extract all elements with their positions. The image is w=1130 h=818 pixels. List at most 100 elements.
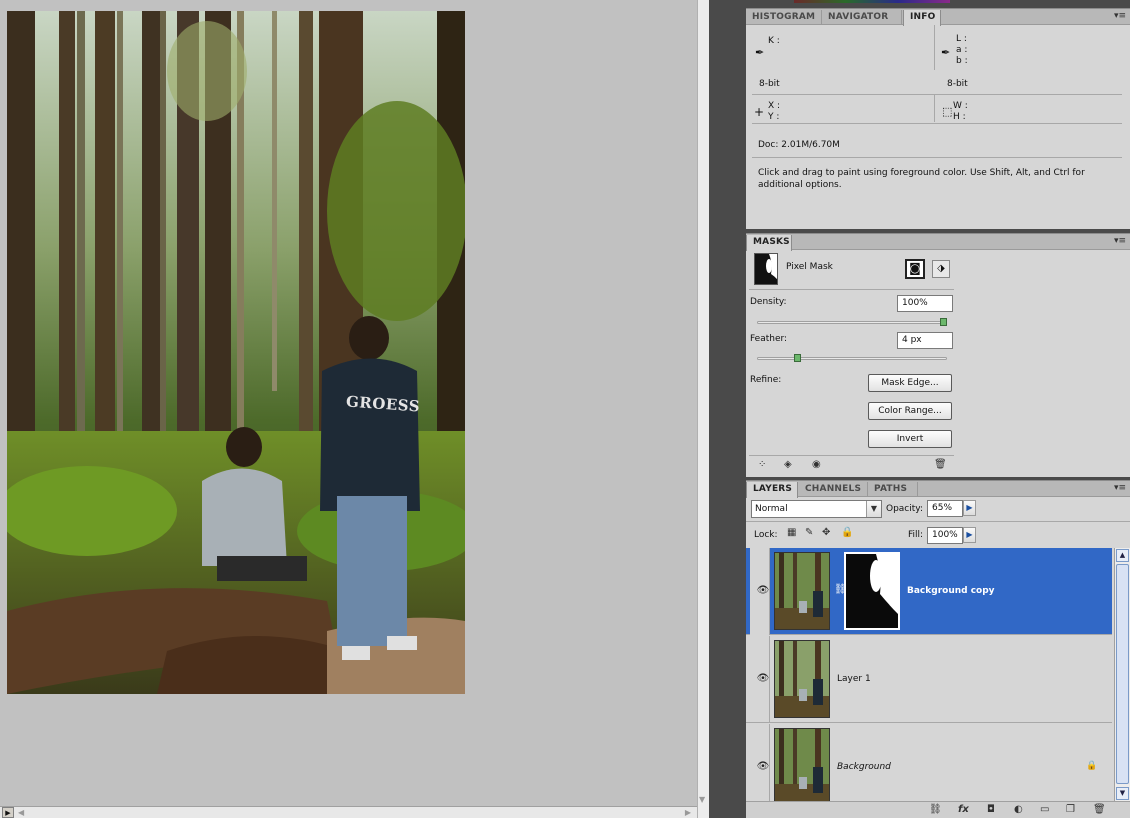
lock-image-brush-icon[interactable]: ✎ [805,527,813,538]
bit-depth-right: 8-bit [947,79,968,89]
canvas-vertical-scrollbar[interactable]: ▼ [697,0,709,818]
chevron-down-icon: ▼ [866,501,881,517]
layer-name[interactable]: Layer 1 [837,674,871,684]
density-label: Density: [750,297,787,307]
vector-mask-icon: ⬗ [937,263,945,274]
opacity-field[interactable]: 65% [927,500,963,517]
forest-image-illustration [7,11,465,694]
lock-all-icon[interactable]: 🔒 [841,527,853,538]
opacity-popup-arrow[interactable]: ▶ [963,500,976,516]
feather-label: Feather: [750,334,788,344]
fill-label: Fill: [908,530,924,540]
masks-panel-menu-icon[interactable]: ▾≡ [1114,236,1126,246]
horizontal-scrollbar[interactable]: ▶ ◀ ▶ [0,806,697,818]
masks-panel-body: Pixel Mask ◙ ⬗ Density: 100% Feather: 4 … [746,250,1130,478]
scroll-right-icon[interactable]: ▶ [685,808,691,817]
panel-top-bar [746,0,1130,8]
crosshair-icon: + [754,105,765,119]
layer-row-background-copy[interactable]: 👁 ⛓ Background copy [746,548,1112,635]
apply-mask-icon[interactable]: ◈ [784,459,792,470]
panel-menu-icon[interactable]: ▾≡ [1114,11,1126,21]
lock-transparent-icon[interactable]: ▦ [787,527,796,538]
invert-button[interactable]: Invert [868,430,952,448]
density-slider-thumb[interactable] [940,318,947,326]
scroll-up-icon[interactable]: ▲ [1116,549,1129,562]
layer-name[interactable]: Background copy [907,586,995,596]
scroll-down-icon[interactable]: ▼ [1116,787,1129,800]
pixel-mask-button[interactable]: ◙ [905,259,925,279]
play-icon[interactable]: ▶ [2,807,14,818]
layers-vertical-scrollbar[interactable]: ▲ ▼ [1114,548,1130,801]
layer-name[interactable]: Background [837,762,891,772]
delete-mask-icon[interactable]: 🗑 [934,459,947,470]
panel-divider [709,0,746,818]
layer-thumbnail[interactable] [774,552,830,630]
height-label: H : [953,112,966,122]
adjustment-layer-icon[interactable]: ◐ [1014,804,1023,815]
mask-thumbnail[interactable] [754,253,778,285]
document-canvas-area[interactable]: GROESS ▶ ◀ ▶ [0,0,697,818]
layer-row-layer-1[interactable]: 👁 Layer 1 [746,636,1112,723]
eyedropper-icon: ✒ [755,46,765,59]
doc-size: Doc: 2.01M/6.70M [758,140,840,150]
tab-paths[interactable]: PATHS [868,482,918,497]
feather-slider-track[interactable] [757,357,947,360]
new-layer-icon[interactable]: ❐ [1066,804,1075,815]
blend-mode-select[interactable]: Normal ▼ [751,500,882,518]
x-coord-label: X : [768,101,781,111]
delete-layer-trash-icon[interactable]: 🗑 [1093,804,1106,815]
density-field[interactable]: 100% [897,295,953,312]
scrollbar-thumb[interactable] [1116,564,1129,784]
scroll-left-icon[interactable]: ◀ [18,808,24,817]
fill-popup-arrow[interactable]: ▶ [963,527,976,543]
tab-info[interactable]: INFO [903,10,941,26]
layer-thumbnail-image [775,553,829,629]
layers-panel-tabbar: LAYERS CHANNELS PATHS ▾≡ [746,480,1130,498]
layers-panel-menu-icon[interactable]: ▾≡ [1114,483,1126,493]
fill-field[interactable]: 100% [927,527,963,544]
feather-field[interactable]: 4 px [897,332,953,349]
eye-icon: 👁 [756,761,770,772]
layer-visibility-toggle[interactable]: 👁 [750,636,770,723]
load-selection-icon[interactable]: ⁘ [758,459,766,470]
eyedropper-icon-2: ✒ [941,46,951,59]
mask-visibility-eye-icon[interactable]: ◉ [812,459,821,470]
masks-panel-tabbar: MASKS ▾≡ [746,233,1130,251]
add-mask-icon[interactable]: ◘ [987,804,995,815]
layer-visibility-toggle[interactable]: 👁 [750,548,770,635]
lab-b-label: b : [956,56,968,66]
link-layers-icon[interactable]: ⛓ [929,804,942,815]
layer-thumbnail[interactable] [774,640,830,718]
layer-visibility-toggle[interactable]: 👁 [750,724,770,801]
tab-layers[interactable]: LAYERS [746,482,798,498]
forest-photo[interactable]: GROESS [7,11,465,694]
tab-histogram[interactable]: HISTOGRAM [746,10,822,25]
mask-edge-button[interactable]: Mask Edge... [868,374,952,392]
lock-label: Lock: [754,530,778,540]
panel-dock: HISTOGRAM NAVIGATOR INFO ▾≡ ✒ K : 8-bit … [746,0,1130,818]
layer-thumbnail[interactable] [774,728,830,801]
layer-style-fx-icon[interactable]: fx [958,804,969,815]
color-range-button[interactable]: Color Range... [868,402,952,420]
tab-channels[interactable]: CHANNELS [799,482,868,497]
eye-icon: 👁 [756,585,770,596]
tab-masks[interactable]: MASKS [746,235,792,251]
info-panel-tabbar: HISTOGRAM NAVIGATOR INFO ▾≡ [746,8,1130,26]
layer-mask-thumbnail[interactable] [844,552,900,630]
blend-mode-value: Normal [755,504,788,514]
info-divider-h2 [752,123,1122,124]
lock-position-move-icon[interactable]: ✥ [822,527,830,538]
scroll-down-icon[interactable]: ▼ [699,795,705,804]
lab-a-label: a : [956,45,968,55]
photoshop-window: GROESS ▶ ◀ ▶ ▼ HISTOGRAM NAVIGATOR INFO … [0,0,1130,818]
tab-navigator[interactable]: NAVIGATOR [822,10,902,25]
feather-slider-thumb[interactable] [793,354,801,362]
opacity-label: Opacity: [886,504,923,514]
new-group-folder-icon[interactable]: ▭ [1040,804,1049,815]
density-slider-track[interactable] [757,321,947,324]
vector-mask-button[interactable]: ⬗ [932,260,950,278]
y-coord-label: Y : [768,112,780,122]
color-strip [794,0,950,3]
marquee-size-icon: ⬚ [942,105,953,118]
layer-row-background[interactable]: 👁 Background 🔒 [746,724,1112,801]
